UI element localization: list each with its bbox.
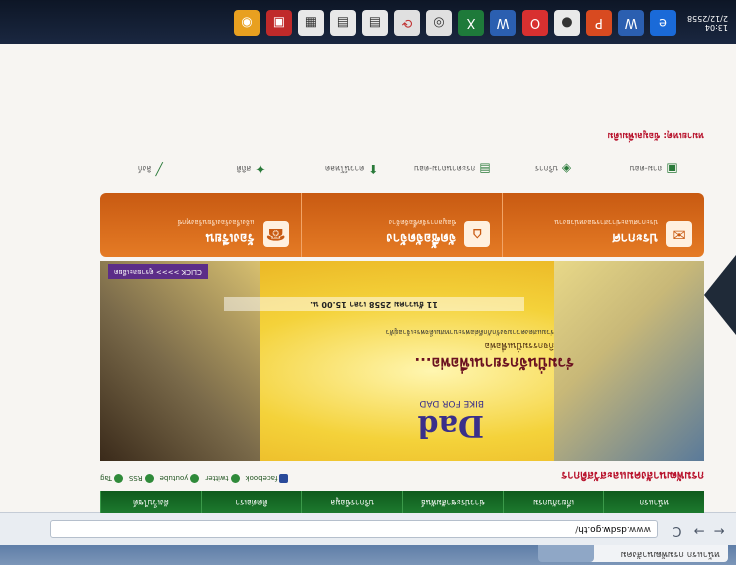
opera-icon[interactable]: O bbox=[522, 10, 548, 36]
quick-link[interactable]: ◈ บริการ bbox=[503, 157, 604, 181]
nav-item-home[interactable]: หน้าแรก bbox=[603, 491, 704, 513]
nav-item-sitemap[interactable]: ผังเว็บไซต์ bbox=[99, 491, 201, 513]
link-icon: ╱ bbox=[155, 162, 163, 176]
service-icon: ◈ bbox=[561, 162, 572, 176]
ie-icon[interactable]: e bbox=[650, 10, 676, 36]
social-tag[interactable]: Tag bbox=[100, 474, 123, 483]
word-icon[interactable]: W bbox=[618, 10, 644, 36]
stats-icon: ✦ bbox=[255, 162, 266, 176]
excel-icon[interactable]: X bbox=[458, 10, 484, 36]
nav-item-contact[interactable]: ติดต่อเรา bbox=[200, 491, 302, 513]
phone-icon: ☎ bbox=[262, 221, 289, 247]
clock[interactable]: 13:04 bbox=[687, 23, 728, 32]
service-title: ประกาศ bbox=[612, 230, 658, 245]
screenshot-stage: หน้าแรก กรมพัฒนาสังคม ← → C www.dsdw.go.… bbox=[0, 0, 736, 565]
service-panel: ✉ ประกาศ ประกาศและข่าวสารของหน่วยงาน ⌂ จ… bbox=[100, 193, 704, 257]
service-desc: แจ้งเรื่องร้องเรียนร้องทุกข์ bbox=[177, 218, 255, 226]
service-desc: ประกาศและข่าวสารของหน่วยงาน bbox=[554, 218, 658, 226]
logo-sub: BIKE FOR DAD bbox=[419, 398, 484, 408]
service-card[interactable]: ⌂ จัดซื้อจัดจ้าง ข้อมูลการจัดซื้อจัดจ้าง bbox=[300, 193, 503, 257]
bottom-note: หมายเหตุ: ข้อมูลเพิ่มเติม bbox=[607, 130, 704, 140]
forward-icon[interactable]: → bbox=[690, 521, 708, 539]
social-rss[interactable]: RSS bbox=[129, 474, 154, 483]
pdf-icon[interactable]: ⟳ bbox=[394, 10, 420, 36]
chrome-icon[interactable]: ◎ bbox=[426, 10, 452, 36]
bike-for-dad-logo: Dad BIKE FOR DAD bbox=[374, 383, 484, 443]
address-bar[interactable]: www.dsdw.go.th/ bbox=[50, 520, 658, 538]
document-icon-3[interactable]: ▦ bbox=[298, 10, 324, 36]
hero-text: ร่วมแสดงความจงรักภักดีต่อพระบาทสมเด็จพระ… bbox=[385, 328, 554, 336]
document-icon-2[interactable]: ▤ bbox=[330, 10, 356, 36]
powerpoint-icon[interactable]: P bbox=[586, 10, 612, 36]
quick-link[interactable]: ▤ กระดานถาม-ตอบ bbox=[402, 157, 503, 181]
hero-headline: ร่วมปั่นจักรยานเพื่อพ่อ... bbox=[414, 354, 574, 372]
next-arrow-icon[interactable] bbox=[704, 255, 736, 335]
download-icon: ⬆ bbox=[368, 162, 379, 176]
click-more-button[interactable]: CLICK >>>> ดูรายละเอียด bbox=[108, 264, 208, 279]
tag-icon bbox=[113, 474, 123, 483]
logo-main: Dad bbox=[417, 408, 484, 443]
word-icon-2[interactable]: W bbox=[490, 10, 516, 36]
quick-links: ▣ ถาม-ตอบ ◈ บริการ ▤ กระดานถาม-ตอบ ⬆ ดาวน์โห… bbox=[100, 157, 704, 181]
media-icon[interactable]: ● bbox=[554, 10, 580, 36]
url-prefix: www. bbox=[626, 524, 651, 534]
firefox-icon[interactable]: ◉ bbox=[234, 10, 260, 36]
procurement-icon: ⌂ bbox=[464, 221, 491, 247]
browser-chrome: หน้าแรก กรมพัฒนาสังคม ← → C www.dsdw.go.… bbox=[0, 512, 736, 565]
social-youtube[interactable]: youtube bbox=[160, 474, 200, 483]
service-card[interactable]: ☎ ร้องเรียน แจ้งเรื่องร้องเรียนร้องทุกข์ bbox=[100, 193, 301, 257]
taskbar: 13:04 2/12/2558 e W P ● O W X ◎ ⟳ ▤ ▤ ▦ … bbox=[0, 0, 736, 44]
reload-icon[interactable]: C bbox=[668, 521, 686, 539]
hero-subhead: กิจกรรมปั่นเพื่อพ่อ bbox=[484, 340, 554, 350]
service-desc: ข้อมูลการจัดซื้อจัดจ้าง bbox=[388, 218, 457, 226]
social-links: facebook twitter youtube RSS Tag bbox=[100, 474, 289, 483]
service-title: จัดซื้อจัดจ้าง bbox=[386, 230, 457, 245]
url-host: dsdw.go.th bbox=[578, 524, 627, 534]
date[interactable]: 2/12/2558 bbox=[687, 14, 728, 23]
browser-tab-active[interactable]: หน้าแรก กรมพัฒนาสังคม bbox=[582, 545, 728, 562]
quick-link[interactable]: ▣ ถาม-ตอบ bbox=[603, 157, 704, 181]
board-icon: ▤ bbox=[479, 162, 491, 176]
website: หน้าแรก เกี่ยวกับกรม ข่าวประชาสัมพันธ์ บ… bbox=[99, 53, 704, 513]
twitter-icon bbox=[230, 474, 240, 483]
announcement-icon: ✉ bbox=[666, 221, 692, 247]
nav-item-services[interactable]: บริการข้อมูล bbox=[301, 491, 402, 513]
service-card[interactable]: ✉ ประกาศ ประกาศและข่าวสารของหน่วยงาน bbox=[502, 193, 704, 257]
back-icon[interactable]: ← bbox=[710, 521, 728, 539]
url-path: / bbox=[575, 524, 579, 534]
system-tray: 13:04 2/12/2558 bbox=[687, 14, 728, 32]
social-facebook[interactable]: facebook bbox=[246, 474, 289, 483]
quick-link[interactable]: ╱ ลิงก์ bbox=[100, 157, 201, 181]
nav-item-about[interactable]: เกี่ยวกับกรม bbox=[502, 491, 604, 513]
browser-tab-new[interactable] bbox=[538, 545, 594, 562]
site-title: กรมพัฒนาสังคมและสวัสดิการ bbox=[561, 469, 704, 482]
nav-item-news[interactable]: ข่าวประชาสัมพันธ์ bbox=[401, 491, 503, 513]
tab-bar: หน้าแรก กรมพัฒนาสังคม bbox=[0, 545, 736, 565]
social-twitter[interactable]: twitter bbox=[205, 474, 240, 483]
document-icon[interactable]: ▤ bbox=[362, 10, 388, 36]
quick-link[interactable]: ⬆ ดาวน์โหลด bbox=[301, 157, 402, 181]
service-title: ร้องเรียน bbox=[205, 230, 255, 245]
youtube-icon bbox=[190, 474, 200, 483]
hero-photo-left bbox=[554, 261, 704, 461]
rss-icon bbox=[144, 474, 154, 483]
quick-link[interactable]: ✦ สถิติ bbox=[201, 157, 302, 181]
site-title-bar: กรมพัฒนาสังคมและสวัสดิการ facebook twitt… bbox=[100, 467, 704, 485]
site-nav: หน้าแรก เกี่ยวกับกรม ข่าวประชาสัมพันธ์ บ… bbox=[99, 491, 704, 513]
event-date: 11 ธันวาคม 2558 เวลา 15.00 น. bbox=[224, 297, 524, 311]
faq-icon: ▣ bbox=[666, 162, 678, 176]
pdf-reader-icon[interactable]: ▣ bbox=[266, 10, 292, 36]
nav-row: ← → C www.dsdw.go.th/ bbox=[0, 517, 736, 543]
facebook-icon bbox=[279, 474, 289, 483]
hero-banner[interactable]: Dad BIKE FOR DAD ร่วมปั่นจักรยานเพื่อพ่อ… bbox=[100, 261, 704, 461]
